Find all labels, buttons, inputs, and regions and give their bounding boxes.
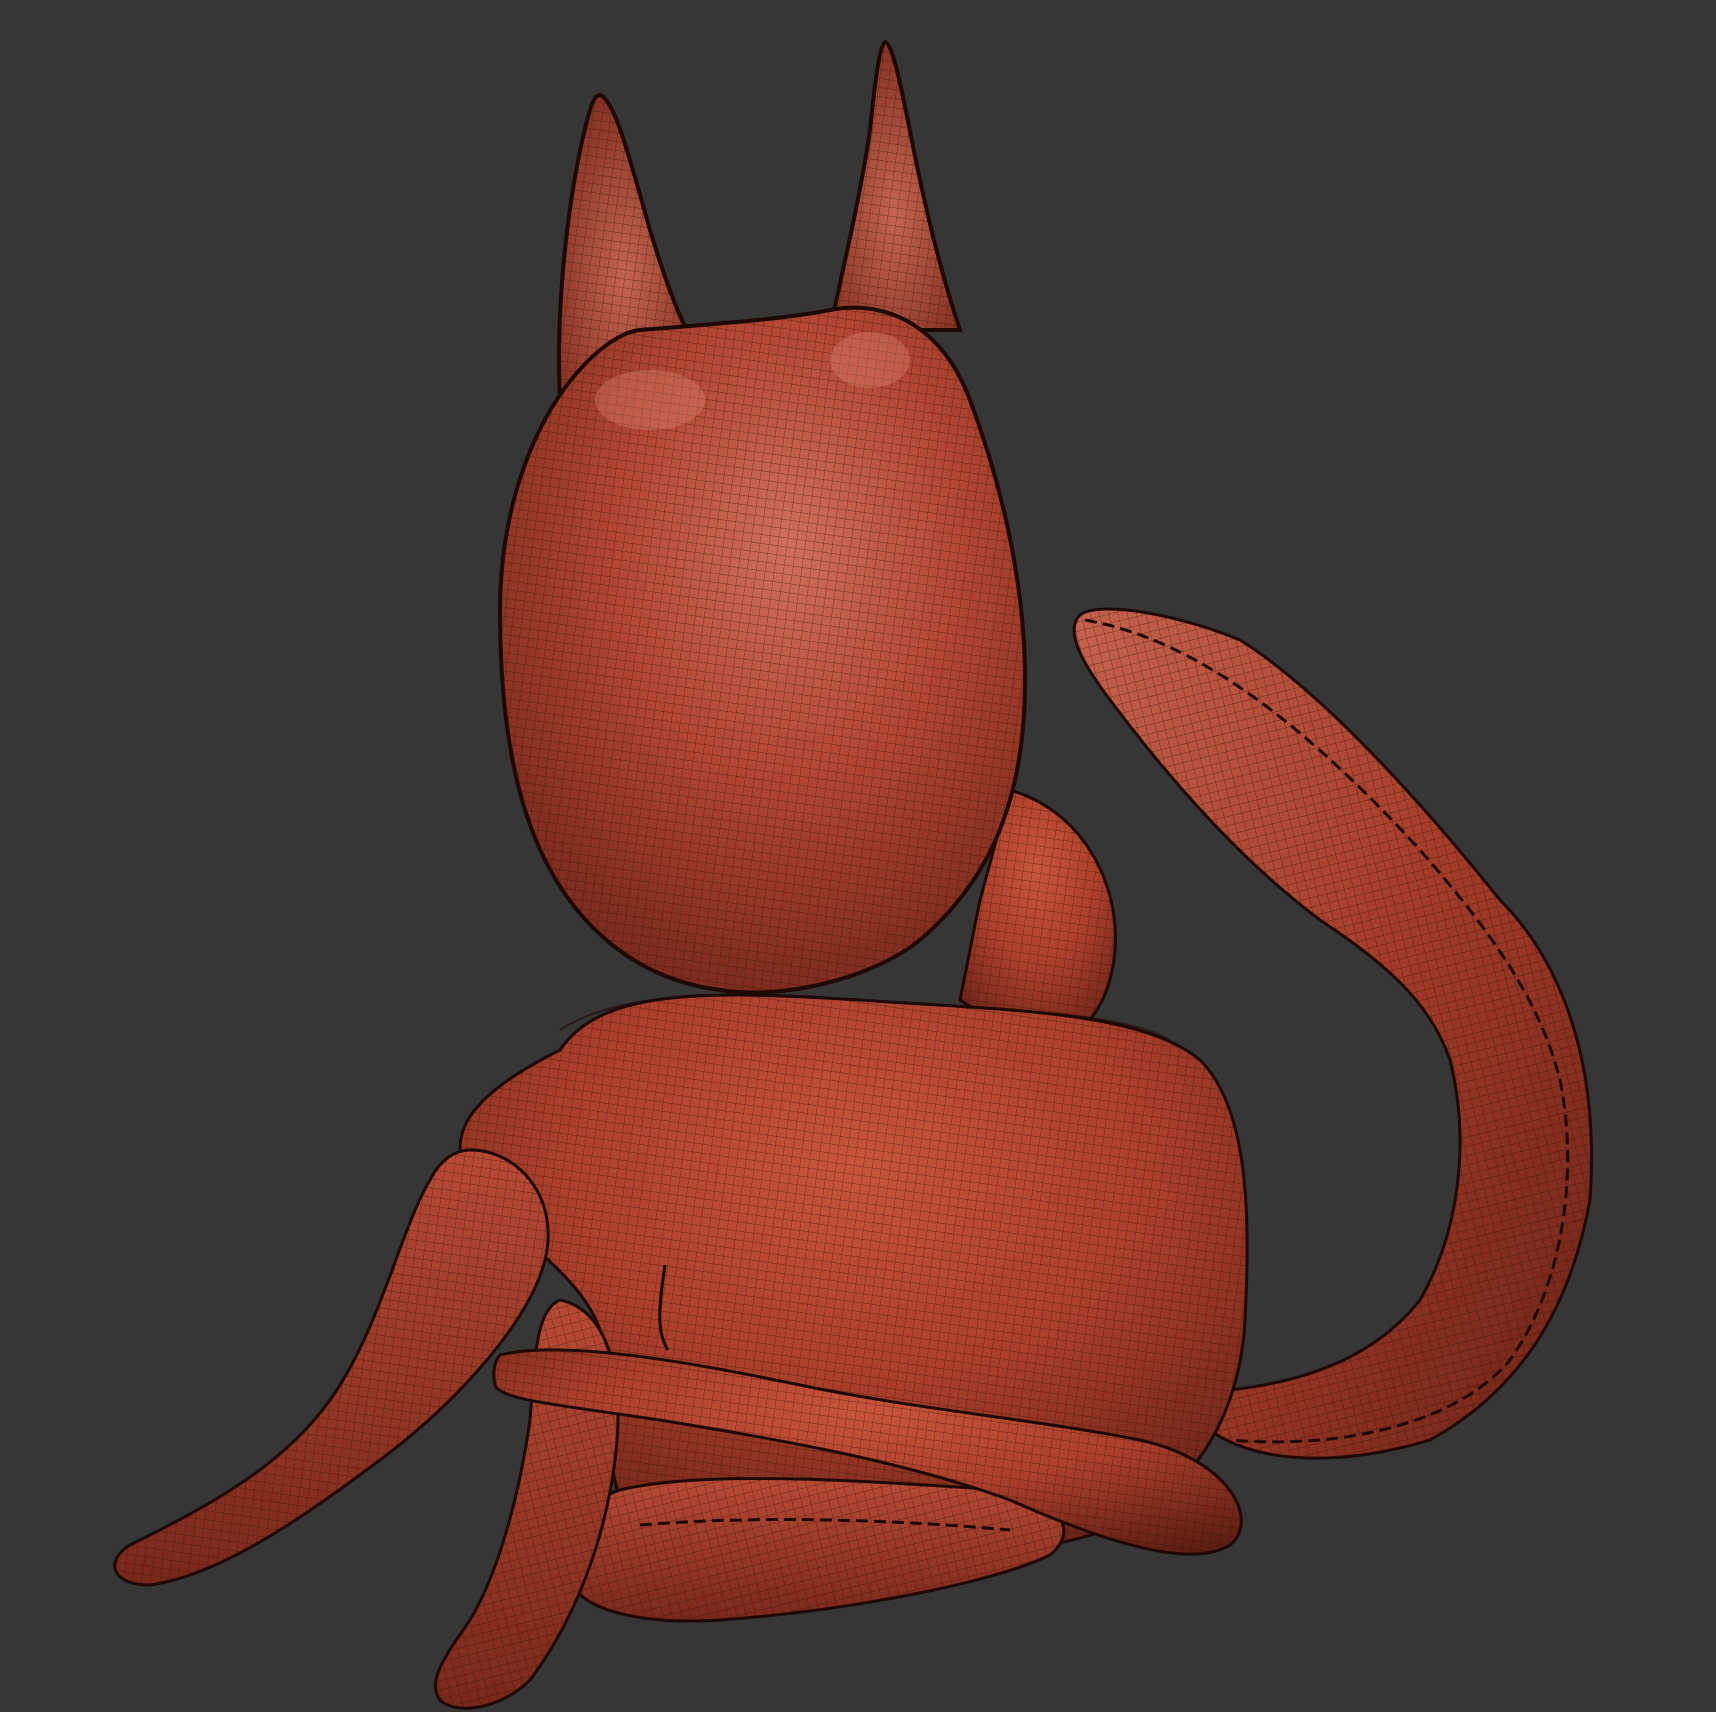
front-left-leg bbox=[113, 1148, 550, 1587]
cat-model bbox=[113, 39, 1594, 1710]
right-ear bbox=[827, 39, 963, 332]
hind-leg bbox=[567, 1476, 1066, 1623]
head-highlight-left bbox=[595, 370, 705, 430]
head-highlight-right bbox=[830, 332, 910, 388]
sculpt-viewport[interactable] bbox=[0, 0, 1716, 1712]
head bbox=[497, 305, 1028, 995]
